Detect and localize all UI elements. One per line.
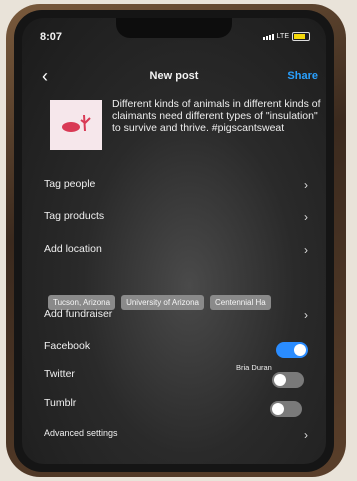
post-thumbnail-image bbox=[50, 100, 102, 150]
status-time: 8:07 bbox=[40, 31, 63, 43]
toggle-knob bbox=[294, 344, 306, 356]
chevron-right-icon: › bbox=[304, 243, 308, 257]
tumblr-toggle[interactable] bbox=[270, 401, 302, 417]
phone-screen: 8:07 LTE ‹ New post Share Different kind… bbox=[22, 18, 326, 464]
tag-products-label: Tag products bbox=[44, 210, 105, 222]
advanced-settings-label: Advanced settings bbox=[44, 428, 118, 438]
chevron-right-icon: › bbox=[304, 308, 308, 322]
page-title: New post bbox=[149, 70, 199, 82]
tag-people-row[interactable]: Tag people › bbox=[44, 178, 316, 192]
facebook-label: Facebook bbox=[44, 340, 91, 352]
post-thumbnail[interactable] bbox=[50, 100, 102, 150]
battery-icon bbox=[292, 32, 310, 41]
tag-people-label: Tag people bbox=[44, 178, 96, 190]
chevron-right-icon: › bbox=[304, 210, 308, 224]
notch bbox=[116, 18, 232, 38]
toggle-knob bbox=[272, 403, 284, 415]
status-indicators: LTE bbox=[262, 32, 310, 41]
twitter-toggle[interactable] bbox=[272, 372, 304, 388]
add-location-label: Add location bbox=[44, 243, 102, 255]
chevron-right-icon: › bbox=[304, 428, 308, 442]
network-label: LTE bbox=[276, 33, 289, 40]
post-caption[interactable]: Different kinds of animals in different … bbox=[112, 98, 322, 134]
twitter-label: Twitter bbox=[44, 368, 75, 380]
add-fundraiser-row[interactable]: Add fundraiser › bbox=[44, 308, 316, 322]
advanced-settings-row[interactable]: Advanced settings › bbox=[44, 428, 316, 442]
add-fundraiser-label: Add fundraiser bbox=[44, 308, 113, 320]
tag-products-row[interactable]: Tag products › bbox=[44, 210, 316, 224]
add-location-row[interactable]: Add location › bbox=[44, 243, 316, 257]
facebook-toggle[interactable] bbox=[276, 342, 308, 358]
signal-icon bbox=[262, 33, 274, 40]
share-button[interactable]: Share bbox=[287, 70, 318, 82]
tumblr-label: Tumblr bbox=[44, 397, 77, 409]
chevron-right-icon: › bbox=[304, 178, 308, 192]
toggle-knob bbox=[274, 374, 286, 386]
